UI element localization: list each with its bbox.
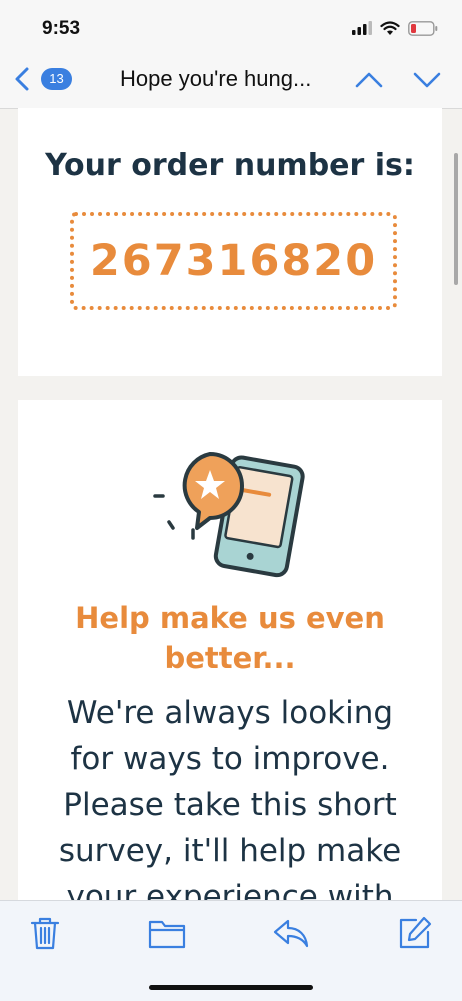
previous-message-icon[interactable] bbox=[352, 65, 386, 95]
status-time: 9:53 bbox=[42, 18, 81, 39]
next-message-icon[interactable] bbox=[410, 65, 444, 95]
wifi-icon bbox=[380, 20, 400, 35]
order-heading: Your order number is: bbox=[45, 148, 415, 183]
scroll-indicator[interactable] bbox=[454, 153, 458, 285]
status-bar: 9:53 bbox=[0, 0, 462, 52]
email-body[interactable]: Your order number is: 267316820 Help mak… bbox=[0, 108, 462, 900]
message-subject: Hope you're hung... bbox=[120, 66, 312, 91]
survey-body-line: We're always looking bbox=[66, 695, 394, 731]
order-card: Your order number is: 267316820 bbox=[18, 108, 442, 376]
survey-body-text: We're always looking for ways to improve… bbox=[42, 690, 418, 900]
survey-heading-line: Help make us even bbox=[75, 601, 385, 635]
phone-review-illustration bbox=[153, 452, 305, 578]
survey-body-line: your experience with bbox=[66, 879, 394, 900]
survey-heading: Help make us even better... bbox=[48, 598, 412, 678]
mail-nav-bar: 13 Hope you're hung... bbox=[0, 52, 462, 109]
survey-card: Help make us even better... We're always… bbox=[18, 400, 442, 900]
order-number-box: 267316820 bbox=[70, 212, 397, 310]
order-number: 267316820 bbox=[89, 236, 378, 286]
survey-body-line: for ways to improve. bbox=[70, 741, 390, 777]
signal-icon bbox=[352, 21, 372, 35]
survey-body-line: Please take this short bbox=[63, 787, 397, 823]
unread-count-badge[interactable]: 13 bbox=[41, 68, 72, 90]
folder-icon[interactable] bbox=[147, 913, 187, 953]
status-icons bbox=[352, 18, 438, 38]
home-indicator[interactable] bbox=[149, 985, 313, 990]
reply-icon[interactable] bbox=[271, 913, 311, 953]
trash-icon[interactable] bbox=[25, 913, 65, 953]
battery-icon bbox=[408, 20, 438, 36]
compose-icon[interactable] bbox=[394, 913, 434, 953]
survey-body-line: survey, it'll help make bbox=[58, 833, 402, 869]
survey-heading-line: better... bbox=[164, 641, 296, 675]
back-chevron-icon[interactable] bbox=[8, 64, 38, 94]
